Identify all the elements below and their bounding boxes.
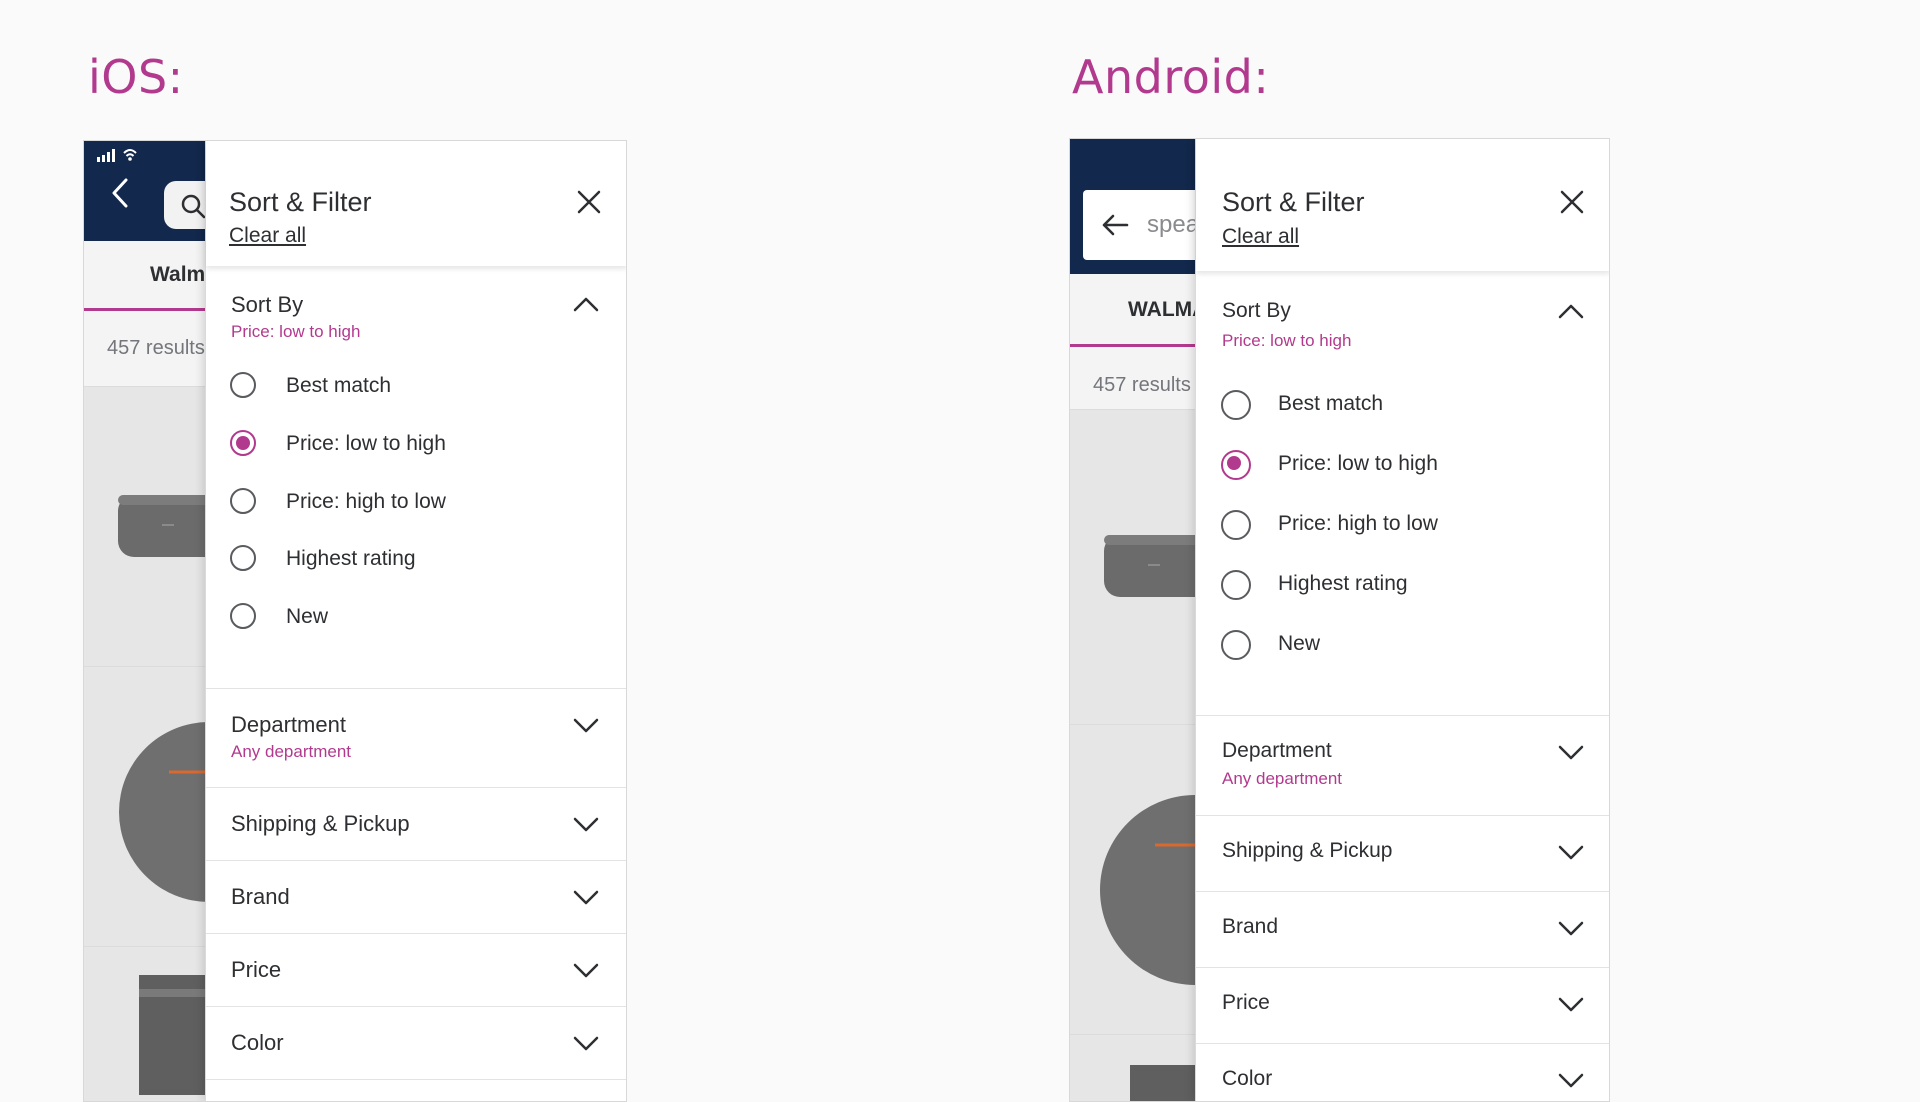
shipping-pickup-title: Shipping & Pickup (231, 811, 410, 836)
radio-button[interactable] (1221, 510, 1251, 540)
back-chevron-icon[interactable] (110, 177, 130, 209)
sort-option-price-high-low[interactable]: Price: high to low (1196, 494, 1609, 544)
department-title: Department (231, 712, 346, 737)
radio-button[interactable] (1221, 390, 1251, 420)
product-image (139, 975, 209, 1095)
results-count: 457 results (1093, 374, 1191, 396)
sort-by-section: Sort By Price: low to high Best match Pr… (1196, 271, 1609, 716)
sort-by-title: Sort By (231, 292, 304, 317)
ios-phone-mockup: Walm 457 results Sort & Filter Clear all (83, 140, 627, 1102)
chevron-down-icon[interactable] (1558, 845, 1584, 861)
option-label: Best match (286, 374, 392, 397)
option-label: Highest rating (286, 547, 416, 570)
price-section[interactable]: Price (206, 933, 626, 1007)
option-label: Best match (1278, 392, 1384, 415)
clear-all-link[interactable]: Clear all (229, 224, 306, 248)
product-image (1130, 1065, 1200, 1101)
color-title: Color (1222, 1067, 1273, 1090)
close-icon[interactable] (574, 187, 604, 217)
chevron-down-icon[interactable] (573, 817, 599, 833)
chevron-down-icon[interactable] (1558, 1073, 1584, 1089)
tab-walmart[interactable]: Walm (150, 263, 205, 287)
radio-button[interactable] (230, 488, 256, 514)
sheet-header: Sort & Filter Clear all (1196, 139, 1609, 271)
search-icon (181, 194, 206, 219)
sort-by-selected: Price: low to high (1222, 331, 1352, 350)
chevron-down-icon[interactable] (1558, 745, 1584, 761)
sort-option-price-low-high[interactable]: Price: low to high (1196, 434, 1609, 484)
brand-section[interactable]: Brand (206, 860, 626, 934)
android-sort-filter-sheet: Sort & Filter Clear all Sort By Price: l… (1195, 139, 1609, 1101)
option-label: New (286, 605, 329, 628)
sort-by-section: Sort By Price: low to high Best match Pr… (206, 266, 626, 689)
department-subtitle: Any department (231, 742, 352, 761)
department-subtitle: Any department (1222, 769, 1343, 788)
radio-button[interactable] (230, 372, 256, 398)
shipping-pickup-section[interactable]: Shipping & Pickup (1196, 815, 1609, 892)
option-label: Price: low to high (1278, 452, 1438, 475)
option-label: Price: high to low (286, 490, 446, 513)
radio-button[interactable] (230, 603, 256, 629)
radio-button-selected[interactable] (230, 430, 256, 456)
close-icon[interactable] (1557, 187, 1587, 217)
shipping-pickup-title: Shipping & Pickup (1222, 839, 1393, 862)
department-section[interactable]: Department Any department (206, 688, 626, 788)
sort-option-price-low-high[interactable]: Price: low to high (206, 419, 626, 469)
search-query: spea (1147, 211, 1200, 238)
sort-option-best-match[interactable]: Best match (1196, 374, 1609, 424)
color-section[interactable]: Color (1196, 1043, 1609, 1101)
back-arrow-icon[interactable] (1101, 213, 1129, 237)
clear-all-link[interactable]: Clear all (1222, 225, 1299, 249)
results-count: 457 results (107, 337, 205, 359)
shipping-pickup-section[interactable]: Shipping & Pickup (206, 787, 626, 861)
option-label: Price: low to high (286, 432, 446, 455)
department-title: Department (1222, 739, 1332, 762)
color-title: Color (231, 1030, 284, 1055)
sort-option-new[interactable]: New (206, 592, 626, 642)
price-section[interactable]: Price (1196, 967, 1609, 1044)
sheet-title: Sort & Filter (229, 187, 372, 217)
brand-title: Brand (231, 884, 290, 909)
brand-section[interactable]: Brand (1196, 891, 1609, 968)
android-heading: Android: (1072, 50, 1270, 104)
option-label: Highest rating (1278, 572, 1408, 595)
sheet-title: Sort & Filter (1222, 187, 1365, 217)
sort-option-highest-rating[interactable]: Highest rating (206, 534, 626, 584)
option-label: New (1278, 632, 1321, 655)
radio-button[interactable] (1221, 570, 1251, 600)
chevron-down-icon[interactable] (573, 963, 599, 979)
radio-button[interactable] (1221, 630, 1251, 660)
sort-by-selected: Price: low to high (231, 322, 361, 341)
department-section[interactable]: Department Any department (1196, 715, 1609, 816)
ios-heading: iOS: (88, 50, 184, 104)
price-title: Price (1222, 991, 1270, 1014)
option-label: Price: high to low (1278, 512, 1438, 535)
chevron-down-icon[interactable] (1558, 997, 1584, 1013)
android-phone-mockup: spea WALMA 457 results Sort & Filter Cle… (1069, 138, 1610, 1102)
price-title: Price (231, 957, 282, 982)
sheet-header: Sort & Filter Clear all (206, 141, 626, 266)
chevron-up-icon[interactable] (1558, 303, 1584, 319)
chevron-down-icon[interactable] (1558, 921, 1584, 937)
color-section[interactable]: Color (206, 1006, 626, 1080)
sort-option-new[interactable]: New (1196, 614, 1609, 664)
chevron-down-icon[interactable] (573, 718, 599, 734)
chevron-up-icon[interactable] (573, 296, 599, 312)
radio-button-selected[interactable] (1221, 450, 1251, 480)
chevron-down-icon[interactable] (573, 1036, 599, 1052)
sort-by-title: Sort By (1222, 299, 1291, 322)
radio-button[interactable] (230, 545, 256, 571)
signal-wifi-icon (97, 149, 137, 162)
ios-sort-filter-sheet: Sort & Filter Clear all Sort By Price: l… (205, 141, 626, 1101)
brand-title: Brand (1222, 915, 1279, 938)
sort-option-best-match[interactable]: Best match (206, 361, 626, 411)
chevron-down-icon[interactable] (573, 890, 599, 906)
sort-option-highest-rating[interactable]: Highest rating (1196, 554, 1609, 604)
sort-option-price-high-low[interactable]: Price: high to low (206, 477, 626, 527)
